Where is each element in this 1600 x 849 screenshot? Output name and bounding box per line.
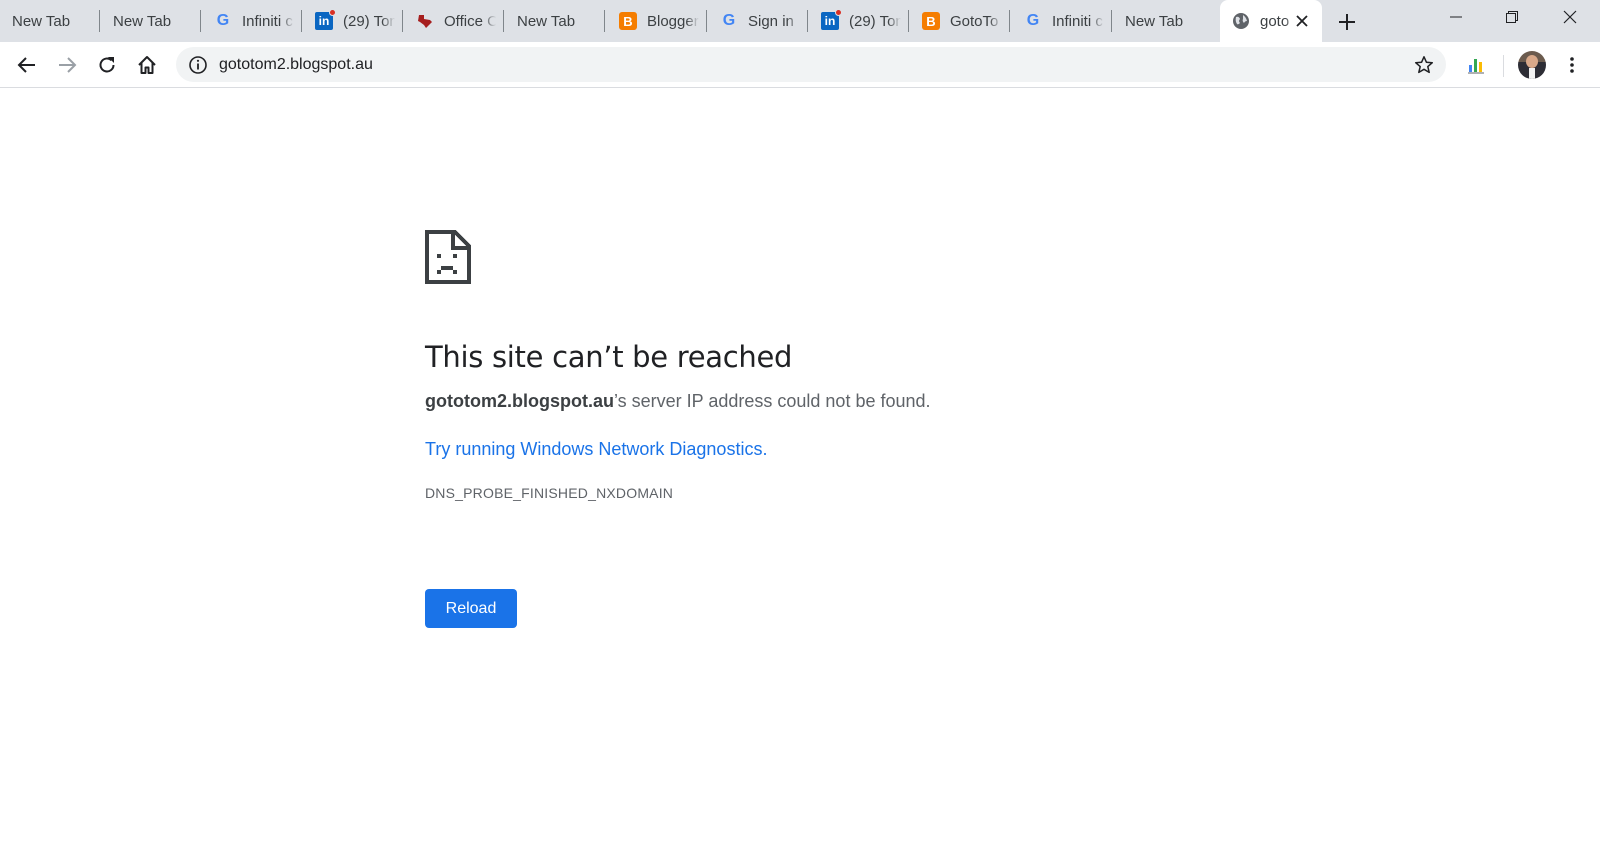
minimize-button[interactable]	[1428, 0, 1484, 34]
tab-item[interactable]: New Tab	[505, 0, 605, 42]
tab-item[interactable]: in (29) Tom	[809, 0, 909, 42]
tab-title: New Tab	[113, 12, 172, 30]
error-host: gototom2.blogspot.au	[425, 391, 614, 411]
tab-item[interactable]: B GotoTo	[910, 0, 1010, 42]
tab-separator	[200, 10, 201, 32]
blogger-letter: B	[922, 12, 940, 30]
google-letter: G	[1026, 12, 1040, 29]
linkedin-letters: in	[318, 14, 330, 28]
tab-item[interactable]: New Tab	[1113, 0, 1213, 42]
tab-separator	[301, 10, 302, 32]
error-content: This site can’t be reached gototom2.blog…	[425, 230, 1185, 501]
info-icon[interactable]	[187, 54, 209, 76]
tab-item[interactable]: G Infiniti c	[202, 0, 302, 42]
google-letter: G	[722, 12, 736, 29]
tab-item[interactable]: G Infiniti c	[1012, 0, 1112, 42]
tab-title: (29) Tom	[849, 12, 901, 30]
url-text: gototom2.blogspot.au	[219, 55, 373, 73]
close-tab-icon[interactable]	[1292, 11, 1312, 31]
tab-title: Office C	[444, 12, 496, 30]
extension-chart-icon[interactable]	[1462, 51, 1490, 79]
tab-title: New Tab	[12, 12, 71, 30]
tab-title: (29) Tom	[343, 12, 395, 30]
google-letter: G	[216, 12, 230, 29]
tab-item[interactable]: in (29) Tom	[303, 0, 403, 42]
toolbar-divider	[1503, 55, 1504, 77]
linkedin-icon: in	[315, 9, 336, 30]
profile-avatar[interactable]	[1518, 51, 1546, 79]
toolbar: gototom2.blogspot.au	[0, 42, 1600, 88]
close-window-button[interactable]	[1542, 0, 1598, 34]
tab-title: Infiniti c	[1052, 12, 1103, 30]
restore-button[interactable]	[1484, 0, 1540, 34]
google-icon: G	[214, 12, 232, 30]
error-description: gototom2.blogspot.au’s server IP address…	[425, 389, 1185, 413]
tab-active[interactable]: goto	[1220, 0, 1322, 42]
linkedin-letters: in	[824, 14, 836, 28]
linkedin-icon: in	[821, 9, 842, 30]
address-bar[interactable]: gototom2.blogspot.au	[176, 47, 1446, 82]
blogger-icon: B	[619, 12, 637, 30]
tab-title: Infiniti c	[242, 12, 293, 30]
tab-title: New Tab	[1125, 12, 1184, 30]
google-icon: G	[720, 12, 738, 30]
tab-separator	[503, 10, 504, 32]
google-icon: G	[1024, 12, 1042, 30]
tab-item[interactable]: New Tab	[101, 0, 201, 42]
tab-item[interactable]: New Tab	[0, 0, 100, 42]
blogger-letter: B	[619, 12, 637, 30]
tab-separator	[99, 10, 100, 32]
error-heading: This site can’t be reached	[425, 340, 793, 374]
tab-item[interactable]: Office C	[404, 0, 504, 42]
tab-title: goto	[1260, 12, 1290, 30]
forward-button[interactable]	[53, 51, 81, 79]
reload-button[interactable]: Reload	[425, 589, 517, 628]
tab-separator	[908, 10, 909, 32]
tab-separator	[604, 10, 605, 32]
tab-separator	[1111, 10, 1112, 32]
tab-title: New Tab	[517, 12, 576, 30]
tab-separator	[402, 10, 403, 32]
sad-page-icon	[425, 230, 471, 284]
network-diagnostics-link[interactable]: Try running Windows Network Diagnostics.	[425, 437, 767, 461]
new-tab-button[interactable]	[1334, 9, 1360, 35]
tab-strip: New Tab New Tab G Infiniti c in (29) Tom Offic…	[0, 0, 1600, 42]
bookmark-star-icon[interactable]	[1412, 53, 1436, 77]
blogger-icon: B	[922, 12, 940, 30]
tab-title: GotoTo	[950, 12, 999, 30]
error-code: DNS_PROBE_FINISHED_NXDOMAIN	[425, 485, 674, 501]
tab-separator	[807, 10, 808, 32]
globe-icon	[1232, 12, 1250, 30]
error-message: ’s server IP address could not be found.	[613, 391, 931, 411]
tab-item[interactable]: G Sign in	[708, 0, 808, 42]
back-button[interactable]	[13, 51, 41, 79]
home-button[interactable]	[133, 51, 161, 79]
tab-item[interactable]: B Blogger	[607, 0, 707, 42]
texas-icon	[416, 12, 434, 30]
tab-separator	[706, 10, 707, 32]
tab-title: Sign in	[748, 12, 794, 30]
reload-icon[interactable]	[93, 51, 121, 79]
tab-separator	[1009, 10, 1010, 32]
tab-title: Blogger	[647, 12, 699, 30]
menu-kebab-icon[interactable]	[1558, 51, 1586, 79]
